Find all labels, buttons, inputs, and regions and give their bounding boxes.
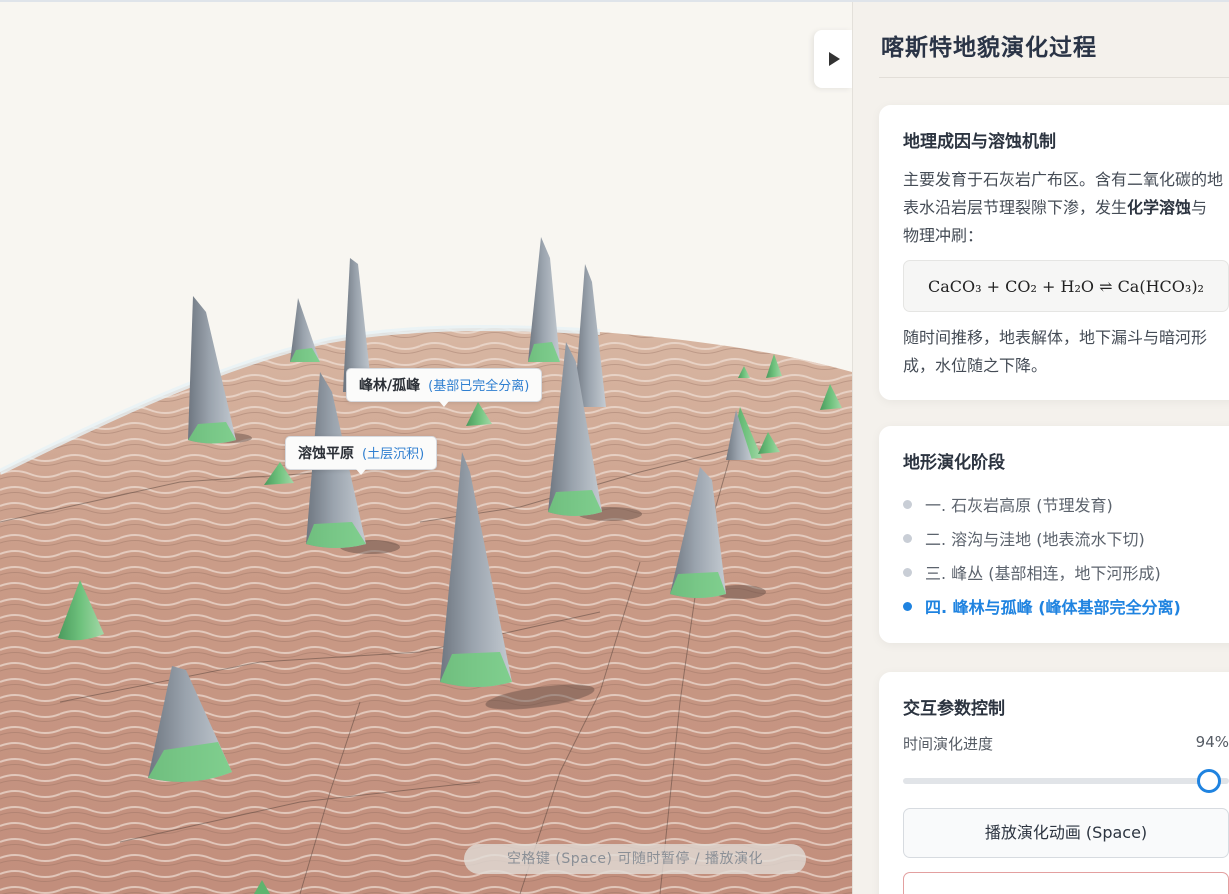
controls-card: 交互参数控制 时间演化进度 94% 播放演化动画 (Space) [879,672,1229,894]
stage-label: 一. 石灰岩高原 (节理发育) [925,496,1113,515]
secondary-button[interactable] [903,872,1229,894]
stage-label: 三. 峰丛 (基部相连，地下河形成) [925,564,1161,583]
progress-row: 时间演化进度 94% [903,733,1229,754]
label-peak-forest-note: (基部已完全分离) [428,379,530,394]
stage-dot-icon [903,601,912,611]
title-divider [879,77,1229,78]
stage-label: 四. 峰林与孤峰 (峰体基部完全分离) [925,598,1181,617]
label-peak-forest: 峰林/孤峰 (基部已完全分离) [346,368,543,407]
panel-toggle-button[interactable] [814,30,852,88]
stage-dot-icon [903,499,912,509]
controls-heading: 交互参数控制 [903,699,1005,719]
stage-item[interactable]: 二. 溶沟与洼地 (地表流水下切) [903,521,1225,555]
stage-item[interactable]: 三. 峰丛 (基部相连，地下河形成) [903,555,1225,589]
label-peak-forest-title: 峰林/孤峰 [359,378,421,394]
label-erosion-plain-title: 溶蚀平原 [298,446,354,462]
terrain-viewport[interactable]: 峰林/孤峰 (基部已完全分离) 溶蚀平原 (土层沉积) 空格键 (Space) 可随… [0,2,852,894]
panel-title: 喀斯特地貌演化过程 [881,35,1097,61]
cause-card: 地理成因与溶蚀机制 主要发育于石灰岩广布区。含有二氧化碳的地表水沿岩层节理裂隙下… [879,105,1229,400]
stages-heading: 地形演化阶段 [903,453,1005,473]
stage-item[interactable]: 一. 石灰岩高原 (节理发育) [903,487,1225,521]
cause-text: 主要发育于石灰岩广布区。含有二氧化碳的地表水沿岩层节理裂隙下渗，发生化学溶蚀与物… [903,166,1223,250]
label-erosion-plain-note: (土层沉积) [362,447,425,462]
side-panel: 喀斯特地貌演化过程 地理成因与溶蚀机制 主要发育于石灰岩广布区。含有二氧化碳的地… [852,2,1229,894]
slider-thumb[interactable] [1197,769,1222,793]
play-triangle-icon [829,52,840,66]
stage-item[interactable]: 四. 峰林与孤峰 (峰体基部完全分离) [903,589,1225,623]
keyboard-hint: 空格键 (Space) 可随时暂停 / 播放演化 [464,844,806,874]
progress-slider[interactable] [903,768,1229,793]
play-animation-button[interactable]: 播放演化动画 (Space) [903,808,1229,858]
progress-label: 时间演化进度 [903,735,994,753]
stage-dot-icon [903,567,912,577]
cause-text-bold: 化学溶蚀 [1127,198,1192,217]
stage-label: 二. 溶沟与洼地 (地表流水下切) [925,530,1145,549]
slider-track[interactable] [903,778,1229,784]
stages-card: 地形演化阶段 一. 石灰岩高原 (节理发育) 二. 溶沟与洼地 (地表流水下切) 三… [879,426,1229,643]
label-erosion-plain: 溶蚀平原 (土层沉积) [285,436,438,475]
cause-text-end: 随时间推移，地表解体，地下漏斗与暗河形成，水位随之下降。 [903,328,1208,375]
stage-dot-icon [903,533,912,543]
progress-value: 94% [1195,733,1229,751]
chemical-formula: CaCO₃ + CO₂ + H₂O ⇌ Ca(HCO₃)₂ [903,260,1229,312]
stage-list: 一. 石灰岩高原 (节理发育) 二. 溶沟与洼地 (地表流水下切) 三. 峰丛 (基… [903,487,1225,623]
cause-heading: 地理成因与溶蚀机制 [903,132,1056,152]
